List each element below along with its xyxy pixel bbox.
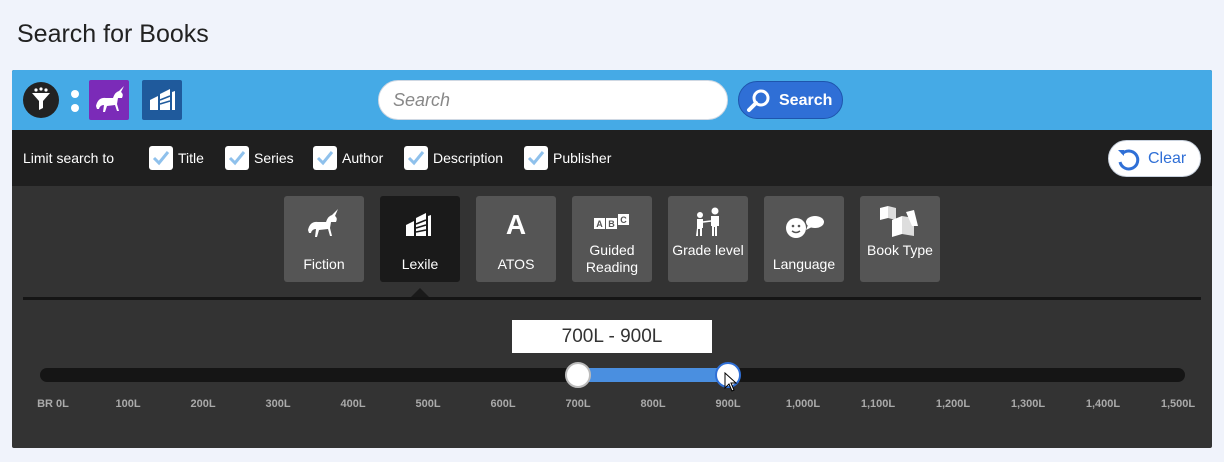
search-button-label: Search <box>779 92 833 109</box>
tab-label: Grade level <box>672 242 744 258</box>
slider-tick-label: 1,300L <box>1010 398 1046 410</box>
funnel-icon[interactable] <box>23 82 59 118</box>
open-books-icon <box>880 206 918 237</box>
search-panel: Search Limit search to Title Series Auth… <box>12 70 1212 448</box>
search-input[interactable] <box>378 80 728 120</box>
mouse-cursor-icon <box>724 372 738 392</box>
slider-range-fill <box>578 368 728 382</box>
checkbox-label: Series <box>254 150 294 166</box>
search-button[interactable]: Search <box>738 81 843 119</box>
slider-tick-label: BR 0L <box>37 398 69 410</box>
tab-label: Guided Reading <box>585 242 639 275</box>
checkbox-label: Title <box>178 150 204 166</box>
checkbox-box[interactable] <box>225 146 249 170</box>
slider-tick-label: 300L <box>265 398 291 410</box>
tab-lexile[interactable]: Lexile <box>380 196 460 282</box>
letter-a-icon: A <box>506 209 526 240</box>
clear-button-label: Clear <box>1148 150 1187 167</box>
slider-handle-min[interactable] <box>565 362 591 388</box>
abc-blocks-icon: A B C <box>594 214 629 229</box>
unicorn-icon <box>308 209 338 237</box>
slider-tick-label: 500L <box>415 398 441 410</box>
divider <box>23 297 1201 300</box>
limit-search-bar: Limit search to Title Series Author Desc… <box>12 130 1212 186</box>
slider-tick-label: 1,100L <box>860 398 896 410</box>
slider-tick-label: 700L <box>565 398 591 410</box>
unicorn-icon <box>96 86 124 112</box>
refresh-icon <box>1118 149 1140 171</box>
slider-tick-label: 100L <box>115 398 141 410</box>
limit-search-label: Limit search to <box>23 150 115 166</box>
checkbox-label: Author <box>342 150 384 166</box>
svg-text:B: B <box>608 219 615 229</box>
slider-tick-label: 1,500L <box>1160 398 1196 410</box>
slider-tick-label: 800L <box>640 398 666 410</box>
page-title: Search for Books <box>17 20 209 48</box>
tab-language[interactable]: Language <box>764 196 844 282</box>
books-icon <box>406 213 431 236</box>
checkmark-icon <box>316 151 334 166</box>
slider-tick-label: 900L <box>715 398 741 410</box>
svg-text:C: C <box>620 215 627 225</box>
books-icon <box>150 89 175 110</box>
checkmark-icon <box>152 151 170 166</box>
fiction-filter-chip[interactable] <box>89 80 129 120</box>
search-icon <box>747 89 770 112</box>
tab-atos[interactable]: A ATOS <box>476 196 556 282</box>
tab-guided-reading[interactable]: A B C Guided Reading <box>572 196 652 282</box>
children-icon <box>696 207 719 236</box>
search-toolbar: Search <box>12 70 1212 130</box>
checkbox-box[interactable] <box>149 146 173 170</box>
lexile-filter-chip[interactable] <box>142 80 182 120</box>
tab-label: Book Type <box>867 242 933 258</box>
tab-grade-level[interactable]: Grade level <box>668 196 748 282</box>
checkbox-box[interactable] <box>404 146 428 170</box>
range-value-display: 700L - 900L <box>512 320 712 353</box>
svg-text:A: A <box>506 209 526 240</box>
tab-label: Lexile <box>401 256 439 272</box>
tab-label: Language <box>772 256 836 272</box>
svg-text:A: A <box>596 219 603 229</box>
checkmark-icon <box>407 151 425 166</box>
clear-button[interactable]: Clear <box>1108 140 1201 177</box>
tab-label: Fiction <box>303 256 345 272</box>
slider-tick-label: 600L <box>490 398 516 410</box>
slider-tick-label: 1,200L <box>935 398 971 410</box>
tab-label: ATOS <box>497 256 535 272</box>
tab-book-type[interactable]: Book Type <box>860 196 940 282</box>
checkbox-label: Publisher <box>553 150 612 166</box>
checkbox-box[interactable] <box>313 146 337 170</box>
checkmark-icon <box>527 151 545 166</box>
slider-tick-label: 400L <box>340 398 366 410</box>
slider-tick-label: 1,400L <box>1085 398 1121 410</box>
tab-fiction[interactable]: Fiction <box>284 196 364 282</box>
speech-face-icon <box>786 216 824 238</box>
checkmark-icon <box>228 151 246 166</box>
checkbox-label: Description <box>433 150 504 166</box>
more-icon[interactable] <box>71 90 79 112</box>
checkbox-box[interactable] <box>524 146 548 170</box>
slider-tick-label: 1,000L <box>785 398 821 410</box>
slider-tick-label: 200L <box>190 398 216 410</box>
